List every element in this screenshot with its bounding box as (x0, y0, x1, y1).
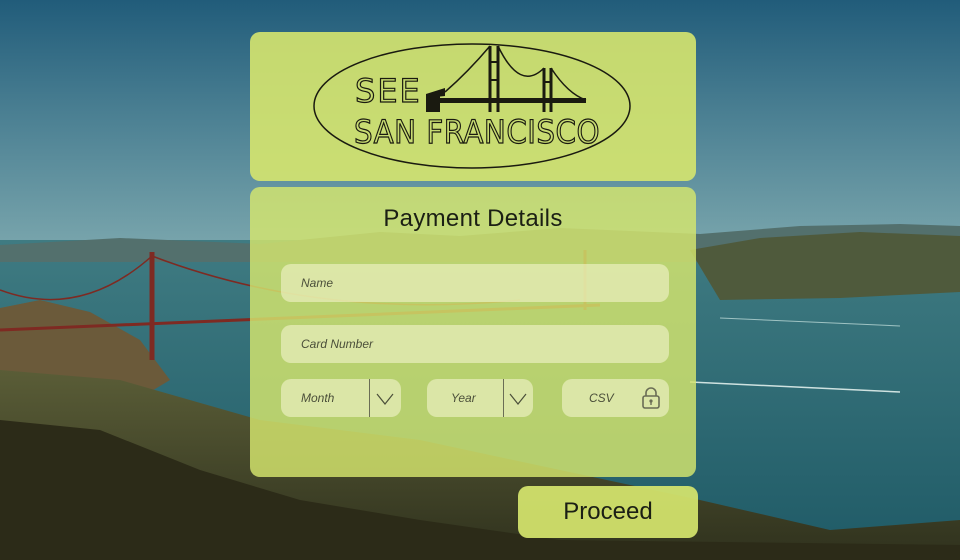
bridge-logo-icon (426, 45, 587, 112)
logo-panel: SEE SAN FRANCISCO (250, 32, 696, 181)
year-select[interactable]: Year (427, 379, 533, 417)
csv-field-placeholder: CSV (589, 391, 614, 405)
card-number-placeholder: Card Number (301, 337, 374, 351)
logo: SEE SAN FRANCISCO (313, 43, 631, 169)
name-field[interactable]: Name (281, 264, 669, 302)
proceed-button[interactable]: Proceed (518, 486, 698, 538)
month-divider (369, 379, 370, 417)
year-select-label: Year (451, 391, 476, 405)
logo-line2: SAN FRANCISCO (354, 113, 600, 151)
card-number-field[interactable]: Card Number (281, 325, 669, 363)
month-select[interactable]: Month (281, 379, 401, 417)
name-field-placeholder: Name (301, 276, 334, 290)
logo-line1: SEE (355, 72, 422, 110)
chevron-down-icon[interactable] (508, 389, 528, 409)
page-title: Payment Details (383, 205, 563, 232)
csv-field[interactable]: CSV (562, 379, 669, 417)
month-select-label: Month (301, 391, 335, 405)
year-divider (503, 379, 504, 417)
lock-icon (642, 387, 660, 409)
chevron-down-icon[interactable] (375, 389, 395, 409)
